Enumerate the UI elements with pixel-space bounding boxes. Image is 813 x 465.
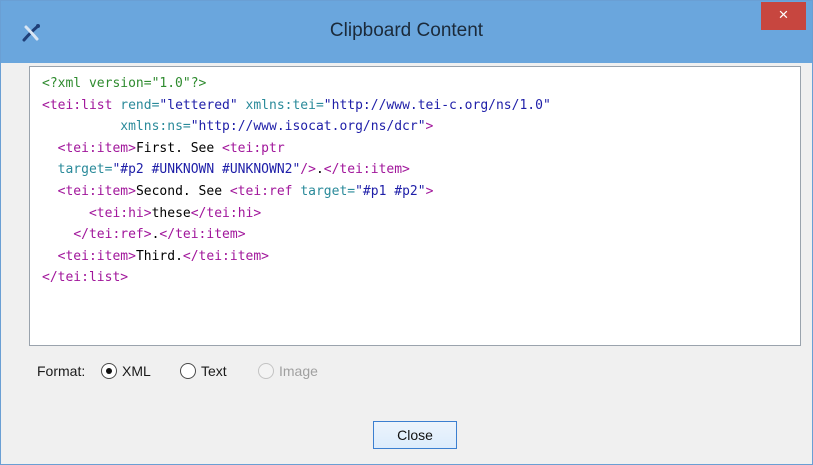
code-token: <tei:item> (57, 140, 136, 156)
code-token: <tei:item> (57, 183, 136, 199)
code-line: <tei:item>Second. See <tei:ref target="#… (42, 181, 551, 203)
code-token: "#p2 #UNKNOWN #UNKNOWN2" (112, 162, 301, 178)
dialog-body: <?xml version="1.0"?> <tei:list rend="let… (10, 63, 803, 456)
code-token: Second. See (135, 183, 230, 199)
code-token: "#p1 #p2" (355, 183, 426, 199)
radio-selected-icon (101, 363, 117, 379)
code-line: <tei:hi>these</tei:hi> (42, 203, 551, 225)
code-token: rend= (120, 97, 160, 113)
code-token: "lettered" (159, 97, 246, 113)
code-token: First. See (135, 140, 223, 156)
code-line: <tei:item>Third.</tei:item> (42, 246, 551, 268)
code-token: <tei:item> (57, 248, 136, 264)
code-token: these (151, 205, 191, 221)
format-label: Format: (37, 363, 86, 379)
code-line: <?xml version="1.0"?> (42, 73, 551, 95)
code-token: "http://www.tei-c.org/ns/1.0" (323, 97, 551, 113)
code-token: /> (300, 162, 316, 178)
xml-content: <?xml version="1.0"?> <tei:list rend="let… (42, 73, 551, 289)
code-line: </tei:ref>.</tei:item> (42, 224, 551, 246)
format-image-label: Image (279, 363, 318, 379)
code-token: <tei:list (42, 97, 121, 113)
close-icon: × (778, 5, 789, 24)
close-button[interactable]: Close (373, 421, 457, 449)
code-line: <tei:list rend="lettered" xmlns:tei="htt… (42, 95, 551, 117)
code-token: <tei:hi> (88, 205, 152, 221)
format-text-label: Text (201, 363, 227, 379)
format-xml-label: XML (122, 363, 151, 379)
code-token: target= (57, 162, 113, 178)
code-token: </tei:item> (323, 162, 410, 178)
code-token: </tei:ref> (73, 227, 152, 243)
code-token: </tei:item> (159, 227, 246, 243)
code-token: > (425, 119, 434, 135)
close-window-button[interactable]: × (761, 2, 806, 30)
code-token: xmlns:tei= (245, 97, 324, 113)
code-token: Third. (135, 248, 183, 264)
code-token: <tei:ref (229, 183, 301, 199)
clipboard-text-area[interactable]: <?xml version="1.0"?> <tei:list rend="let… (29, 66, 801, 346)
code-line: <tei:item>First. See <tei:ptr (42, 138, 551, 160)
radio-disabled-icon (258, 363, 274, 379)
code-token: xmlns:ns= (120, 119, 191, 135)
code-line: target="#p2 #UNKNOWN #UNKNOWN2"/>.</tei:… (42, 159, 551, 181)
code-token: </tei:hi> (190, 205, 262, 221)
code-token: . (315, 162, 324, 178)
code-token: <tei:ptr (222, 140, 285, 156)
code-token: > (425, 183, 434, 199)
code-token: "http://www.isocat.org/ns/dcr" (190, 119, 426, 135)
radio-unselected-icon (180, 363, 196, 379)
code-token: </tei:item> (182, 248, 269, 264)
code-line: </tei:list> (42, 267, 551, 289)
code-token: target= (300, 183, 356, 199)
window-title: Clipboard Content (329, 20, 484, 41)
code-token: <?xml version="1.0"?> (42, 76, 207, 91)
title-bar[interactable]: Clipboard Content × (1, 1, 812, 63)
code-line: xmlns:ns="http://www.isocat.org/ns/dcr"> (42, 116, 551, 138)
clipboard-content-dialog: Clipboard Content × <?xml version="1.0"?… (0, 0, 813, 465)
code-token: </tei:list> (42, 270, 129, 286)
